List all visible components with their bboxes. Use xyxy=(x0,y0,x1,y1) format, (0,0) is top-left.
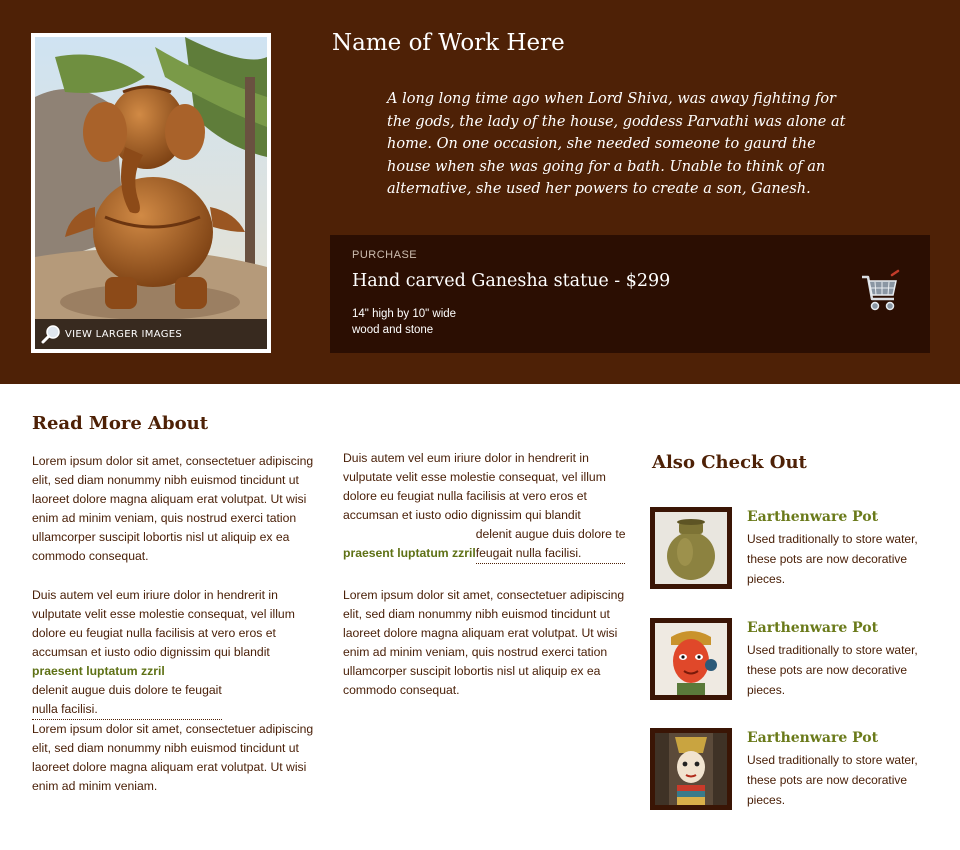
col1-p2-end: nulla facilisi. xyxy=(32,702,98,716)
col1-p2-mid: delenit augue duis dolore te feugait xyxy=(32,683,222,697)
shopping-cart-icon[interactable] xyxy=(858,269,900,315)
purchase-panel: PURCHASE Hand carved Ganesha statue - $2… xyxy=(330,235,930,353)
purchase-label: PURCHASE xyxy=(352,249,418,261)
earthenware-pot-image xyxy=(655,512,727,584)
col1-p2-text: Duis autem vel eum iriure dolor in hendr… xyxy=(32,588,295,659)
mask-figure-image xyxy=(655,733,727,805)
hero-section: VIEW LARGER IMAGES Name of Work Here A l… xyxy=(0,0,960,384)
col1-p2-dotted-text: delenit augue duis dolore te feugait null… xyxy=(32,681,222,720)
also-item-2-desc: Used traditionally to store water, these… xyxy=(747,643,918,697)
read-more-column-1: Lorem ipsum dolor sit amet, consectetuer… xyxy=(32,452,322,566)
col2-paragraph-1: Duis autem vel eum iriure dolor in hendr… xyxy=(343,449,631,564)
col2-p1-mid: delenit augue duis dolore te xyxy=(475,527,626,541)
work-story: A long long time ago when Lord Shiva, wa… xyxy=(387,91,846,197)
also-item-2-title[interactable]: Earthenware Pot xyxy=(747,620,878,636)
also-item-3[interactable]: Earthenware Pot Used traditionally to st… xyxy=(650,728,950,812)
view-larger-label: VIEW LARGER IMAGES xyxy=(65,328,183,340)
col1-paragraph-1: Lorem ipsum dolor sit amet, consectetuer… xyxy=(32,454,314,563)
read-more-column-2: Duis autem vel eum iriure dolor in hendr… xyxy=(343,449,631,564)
work-title: Name of Work Here xyxy=(332,30,565,56)
product-material: wood and stone xyxy=(352,324,434,336)
read-more-column-1-para-2: Duis autem vel eum iriure dolor in hendr… xyxy=(32,586,322,720)
praesent-link-2[interactable]: praesent luptatum zzril xyxy=(343,546,476,560)
also-item-1-thumbnail[interactable] xyxy=(650,507,732,589)
also-item-3-desc: Used traditionally to store water, these… xyxy=(747,753,918,807)
view-larger-images-button[interactable]: VIEW LARGER IMAGES xyxy=(35,319,267,349)
also-item-1[interactable]: Earthenware Pot Used traditionally to st… xyxy=(650,507,950,591)
col1-paragraph-3: Lorem ipsum dolor sit amet, consectetuer… xyxy=(32,722,314,793)
ganesha-statue-image xyxy=(35,37,267,349)
read-more-column-1-para-3: Lorem ipsum dolor sit amet, consectetuer… xyxy=(32,720,322,796)
also-item-3-thumbnail[interactable] xyxy=(650,728,732,810)
col2-p1-text: Duis autem vel eum iriure dolor in hendr… xyxy=(343,451,606,522)
product-dimensions: 14" high by 10" wide xyxy=(352,308,457,320)
ganesha-photo[interactable]: VIEW LARGER IMAGES xyxy=(35,37,267,349)
read-more-heading: Read More About xyxy=(32,413,209,434)
read-more-column-2-para-2: Lorem ipsum dolor sit amet, consectetuer… xyxy=(343,586,631,700)
main-image-frame[interactable]: VIEW LARGER IMAGES xyxy=(31,33,271,353)
also-item-2[interactable]: Earthenware Pot Used traditionally to st… xyxy=(650,618,950,702)
also-check-out-heading: Also Check Out xyxy=(652,452,807,473)
col2-paragraph-2: Lorem ipsum dolor sit amet, consectetuer… xyxy=(343,588,625,697)
magnifier-icon xyxy=(41,325,60,344)
also-item-1-title[interactable]: Earthenware Pot xyxy=(747,509,878,525)
col2-p1-end: feugait nulla facilisi. xyxy=(475,546,582,560)
also-item-1-desc: Used traditionally to store water, these… xyxy=(747,532,918,586)
painted-face-image xyxy=(655,623,727,695)
also-item-2-thumbnail[interactable] xyxy=(650,618,732,700)
product-title: Hand carved Ganesha statue - $299 xyxy=(352,271,671,291)
col2-p1-dotted-text: delenit augue duis dolore te feugait null… xyxy=(475,525,626,564)
also-item-3-title[interactable]: Earthenware Pot xyxy=(747,730,878,746)
praesent-link-1[interactable]: praesent luptatum zzril xyxy=(32,664,165,678)
col1-paragraph-2: Duis autem vel eum iriure dolor in hendr… xyxy=(32,586,322,720)
